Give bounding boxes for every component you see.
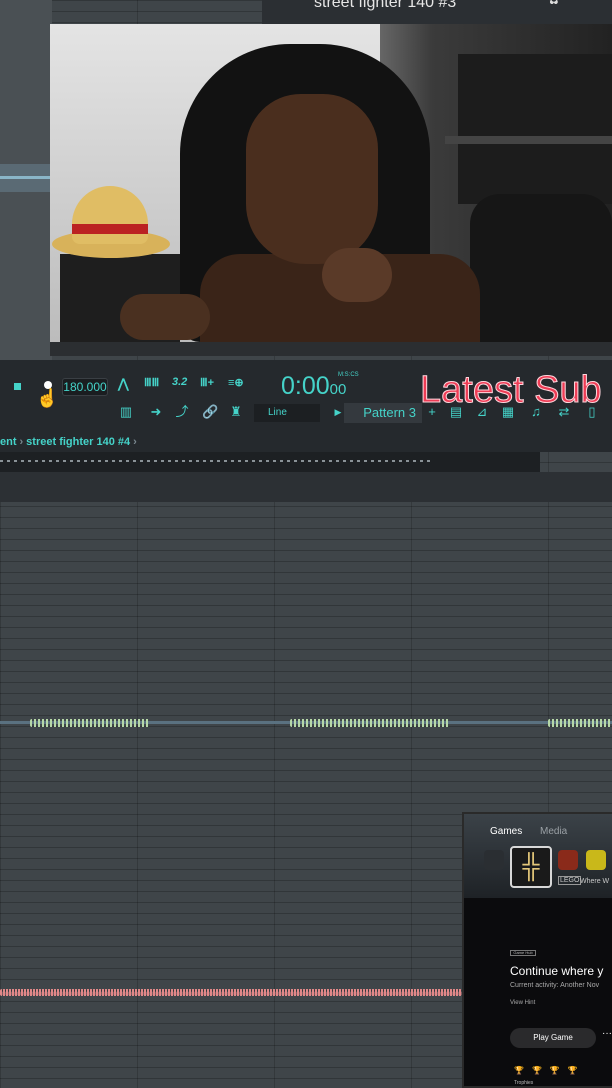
webcam-frame-bottom [50, 342, 612, 356]
track-headers [0, 0, 52, 360]
webcam-chair [470, 194, 612, 342]
stop-button[interactable] [14, 383, 21, 390]
clock-small: 00 [329, 381, 347, 398]
breadcrumb-item-pattern[interactable]: street fighter 140 #4 [26, 436, 130, 448]
step-edit-icon[interactable]: Ⅲ+ [200, 376, 214, 389]
continue-title: Continue where y [510, 964, 604, 978]
daw-toolbar: ☝ 180.000 ⋀ ⅢⅢ 3.2 Ⅲ+ ≡⊕ 0:0000 M:S:CS L… [0, 360, 612, 432]
add-pattern-button[interactable]: + [424, 404, 440, 420]
piano-roll-icon[interactable]: ⊿ [474, 404, 490, 420]
stream-title: street fighter 140 #3 [314, 0, 457, 11]
link-icon[interactable]: 🔗 [202, 404, 218, 420]
breadcrumb-item-project[interactable]: ent [0, 436, 17, 448]
timeline-ruler[interactable] [0, 472, 612, 502]
clock-unit: M:S:CS [338, 372, 359, 378]
audio-clip-1c[interactable] [548, 719, 612, 727]
tab-games[interactable]: Games [490, 826, 522, 837]
snap-select[interactable]: Line [254, 404, 320, 422]
wait-icon[interactable]: ⅢⅢ [144, 376, 159, 389]
playlist-icon[interactable]: ▤ [448, 404, 464, 420]
stream-title-bar: street fighter 140 #3 ✿ [262, 0, 612, 24]
overview-waveform [0, 460, 430, 462]
blend-icon[interactable]: ≡⊕ [228, 376, 244, 389]
audio-clip-1b[interactable] [290, 719, 450, 727]
mixer-icon[interactable]: ♫ [528, 404, 544, 420]
playlist-overview[interactable] [0, 452, 540, 472]
song-position-clock: 0:0000 [281, 372, 346, 401]
current-activity: Current activity: Another Nov [510, 982, 600, 989]
tools-row: ▥ ➜ ⤴ 🔗 ♜ ∩ Line ▶ Pattern 3 + ▤ ⊿ ▦ ♫ ⇄… [0, 400, 612, 426]
webcam-shelf [458, 54, 612, 204]
trophy-icons: 🏆🏆🏆🏆 [514, 1066, 586, 1075]
pencil-icon[interactable]: ⤴ [174, 404, 190, 420]
screen: { "stream": { "title": "street fighter 1… [0, 0, 612, 1088]
game-tile-2[interactable] [558, 850, 578, 870]
straw-hat-band [72, 224, 148, 234]
clock-main: 0:00 [281, 372, 330, 400]
webcam-feed [50, 24, 612, 342]
streamer-hand [322, 248, 392, 302]
pattern-select[interactable]: Pattern 3 [344, 403, 422, 423]
streamer-hand-left [120, 294, 210, 340]
section-badge: Game Hub [510, 950, 536, 956]
track-header-clip [0, 176, 52, 179]
trophies-label: Trophies [514, 1080, 534, 1086]
selected-game-tile[interactable]: ╬ [510, 846, 552, 888]
breadcrumb: ent › street fighter 140 #4 › [0, 432, 612, 452]
view-hint-link[interactable]: View Hint [510, 1000, 535, 1006]
tile-label: Where W [580, 878, 610, 885]
browser-icon[interactable]: ⇄ [556, 404, 572, 420]
webcam-shelf-edge [445, 136, 612, 144]
tempo-field[interactable]: 180.000 [62, 378, 108, 396]
audio-clip-1a[interactable] [30, 719, 150, 727]
game-library-tile[interactable] [484, 850, 504, 870]
audio-clip-2[interactable] [0, 989, 462, 996]
file-icon[interactable]: ▯ [584, 404, 600, 420]
play-game-button[interactable]: Play Game [510, 1028, 596, 1048]
piano-icon[interactable]: ▥ [118, 404, 134, 420]
butterfly-logo-icon: ✿ [548, 0, 574, 14]
more-options-button[interactable]: ··· [602, 1028, 612, 1039]
breadcrumb-separator-end: › [133, 436, 137, 448]
streamer-face [246, 94, 378, 264]
arrow-right-icon[interactable]: ➜ [148, 404, 164, 420]
breadcrumb-separator: › [19, 436, 24, 448]
countdown-icon[interactable]: 3.2 [172, 376, 187, 388]
console-home-panel: Games Media ╬ LEGO Where W Game Hub Cont… [462, 812, 612, 1088]
game-tile-3[interactable] [586, 850, 606, 870]
transport-row: ☝ 180.000 ⋀ ⅢⅢ 3.2 Ⅲ+ ≡⊕ 0:0000 M:S:CS L… [0, 366, 612, 412]
stamp-icon[interactable]: ♜ [228, 404, 244, 420]
tile-badge: LEGO [558, 876, 582, 885]
tab-media[interactable]: Media [540, 826, 567, 837]
metronome-icon[interactable]: ⋀ [118, 376, 129, 392]
channel-rack-icon[interactable]: ▦ [500, 404, 516, 420]
